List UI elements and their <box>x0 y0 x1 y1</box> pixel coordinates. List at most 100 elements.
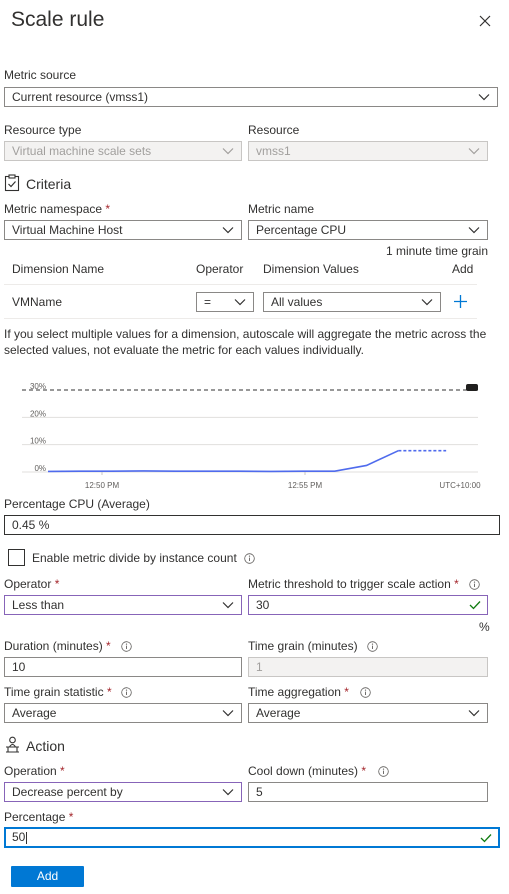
info-icon[interactable] <box>360 687 371 698</box>
info-icon[interactable] <box>378 766 389 777</box>
operator-header: Operator <box>196 262 244 276</box>
duration-label: Duration (minutes) * <box>4 639 111 653</box>
chevron-down-icon <box>421 299 433 306</box>
resource-type-label: Resource type <box>4 123 82 137</box>
metric-namespace-label: Metric namespace * <box>4 202 110 216</box>
time-grain-note: 1 minute time grain <box>385 244 488 258</box>
time-grain-statistic-label-text: Time grain statistic <box>4 685 104 699</box>
info-icon[interactable] <box>244 553 255 564</box>
time-aggregation-dropdown[interactable]: Average <box>248 703 488 723</box>
threshold-marker <box>466 384 478 391</box>
threshold-label: Metric threshold to trigger scale action… <box>248 577 459 591</box>
required-asterisk: * <box>344 685 349 699</box>
criteria-heading: Criteria <box>26 176 72 192</box>
metric-source-label: Metric source <box>4 68 77 82</box>
cool-down-value: 5 <box>256 785 263 799</box>
dimension-values-header: Dimension Values <box>263 262 359 276</box>
checkmark-icon <box>469 601 481 610</box>
chevron-down-icon <box>478 94 490 101</box>
required-asterisk: * <box>105 202 111 216</box>
metric-chart: 30%20%10%0%12:50 PM 12:55 PM UTC+10:00 <box>22 382 481 490</box>
resource-type-value: Virtual machine scale sets <box>12 144 152 158</box>
chevron-down-icon <box>222 710 234 717</box>
time-grain-value: 1 <box>256 660 263 674</box>
current-value-text: 0.45 % <box>12 518 50 532</box>
chevron-down-icon <box>468 227 480 234</box>
time-grain-label: Time grain (minutes) <box>248 639 358 653</box>
time-grain-statistic-dropdown[interactable]: Average <box>4 703 242 723</box>
resource-dropdown: vmss1 <box>248 141 488 161</box>
percentage-label: Percentage * <box>4 810 73 824</box>
operation-dropdown[interactable]: Decrease percent by <box>4 782 242 802</box>
dimension-name-header: Dimension Name <box>12 262 105 276</box>
dimension-note: If you select multiple values for a dime… <box>4 327 487 357</box>
metric-source-value: Current resource (vmss1) <box>12 90 149 104</box>
dimension-values-value: All values <box>271 295 323 309</box>
series-line <box>47 449 399 473</box>
add-button[interactable]: Add <box>11 866 84 887</box>
metric-namespace-value: Virtual Machine Host <box>12 223 123 237</box>
percentage-label-text: Percentage <box>4 810 66 824</box>
required-asterisk: * <box>68 810 74 824</box>
time-aggregation-label: Time aggregation * <box>248 685 349 699</box>
metric-namespace-label-text: Metric namespace <box>4 202 103 216</box>
duration-input[interactable]: 10 <box>4 657 242 677</box>
duration-value: 10 <box>12 660 26 674</box>
dimension-row-name: VMName <box>12 295 63 309</box>
add-header: Add <box>452 262 474 276</box>
cool-down-input[interactable]: 5 <box>248 782 488 802</box>
duration-label-text: Duration (minutes) <box>4 639 103 653</box>
threshold-unit: % <box>479 620 490 634</box>
metric-name-label: Metric name <box>248 202 315 216</box>
dimension-values-dropdown[interactable]: All values <box>263 292 441 312</box>
divide-checkbox[interactable] <box>8 549 25 566</box>
info-icon[interactable] <box>469 579 480 590</box>
info-icon[interactable] <box>121 641 132 652</box>
time-grain-input: 1 <box>248 657 488 677</box>
time-grain-statistic-value: Average <box>12 706 57 720</box>
info-icon[interactable] <box>121 687 132 698</box>
add-dimension-icon[interactable] <box>453 294 468 309</box>
required-asterisk: * <box>361 764 367 778</box>
metric-namespace-dropdown[interactable]: Virtual Machine Host <box>4 220 242 240</box>
dimension-operator-dropdown[interactable]: = <box>196 292 254 312</box>
y-tick-label: 10% <box>30 437 46 446</box>
current-value-label: Percentage CPU (Average) <box>4 497 150 511</box>
y-tick-label: 0% <box>34 464 46 473</box>
required-asterisk: * <box>454 577 459 591</box>
required-asterisk: * <box>106 639 111 653</box>
metric-name-dropdown[interactable]: Percentage CPU <box>248 220 488 240</box>
divide-checkbox-label: Enable metric divide by instance count <box>32 551 237 565</box>
time-aggregation-label-text: Time aggregation <box>248 685 341 699</box>
action-heading: Action <box>26 738 65 754</box>
required-asterisk: * <box>106 685 112 699</box>
x-tick-label: UTC+10:00 <box>439 481 481 490</box>
operator-value: Less than <box>12 598 65 612</box>
chevron-down-icon <box>222 148 234 155</box>
threshold-input[interactable]: 30 <box>248 595 488 615</box>
metric-name-value: Percentage CPU <box>256 223 347 237</box>
percentage-value: 50 <box>12 830 26 844</box>
chevron-down-icon <box>234 299 246 306</box>
operation-value: Decrease percent by <box>12 785 123 799</box>
chevron-down-icon <box>222 789 234 796</box>
percentage-input[interactable]: 50 <box>4 827 500 848</box>
cool-down-label-text: Cool down (minutes) <box>248 764 359 778</box>
time-grain-statistic-label: Time grain statistic * <box>4 685 112 699</box>
panel-title: Scale rule <box>11 8 105 31</box>
required-asterisk: * <box>60 764 65 778</box>
metric-source-dropdown[interactable]: Current resource (vmss1) <box>4 87 498 107</box>
checkmark-icon <box>480 834 492 843</box>
cool-down-label: Cool down (minutes) * <box>248 764 366 778</box>
operator-dropdown[interactable]: Less than <box>4 595 242 615</box>
dimension-operator-value: = <box>204 295 212 309</box>
text-cursor <box>26 831 28 844</box>
info-icon[interactable] <box>367 641 378 652</box>
chevron-down-icon <box>222 602 234 609</box>
current-value-field: 0.45 % <box>4 515 500 535</box>
chevron-down-icon <box>468 710 480 717</box>
close-icon[interactable] <box>476 12 494 30</box>
chevron-down-icon <box>222 227 234 234</box>
clipboard-check-icon <box>4 174 20 192</box>
operator-label-text: Operator <box>4 577 52 591</box>
